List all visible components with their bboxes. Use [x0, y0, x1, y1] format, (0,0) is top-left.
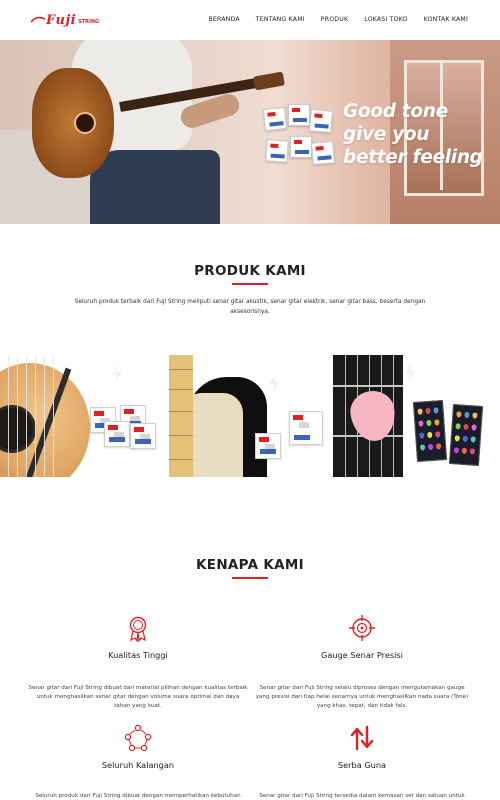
up-down-arrows-icon	[350, 725, 374, 751]
target-crosshair-icon	[349, 615, 375, 641]
nav-kontak-kami[interactable]: KONTAK KAMI	[424, 16, 468, 23]
feature-description: Seluruh produk dari Fuji String dibuat d…	[35, 793, 241, 799]
brand-logo[interactable]: Fuji STRING	[31, 12, 100, 28]
logo-wordmark: Fuji	[46, 12, 77, 28]
hero-string-packs	[262, 102, 335, 172]
logo-swoosh-icon	[31, 16, 45, 23]
feature-gauge-senar-presisi: Gauge Senar Presisi	[252, 614, 472, 660]
main-menu: BERANDA TENTANG KAMI PRODUK LOKASI TOKO …	[192, 16, 468, 23]
nav-beranda[interactable]: BERANDA	[208, 16, 239, 23]
feature-title: Serba Guna	[337, 760, 387, 770]
logo-subtext: STRING	[78, 19, 100, 25]
product-acoustic-strings[interactable]	[0, 355, 167, 477]
product-bass-strings[interactable]	[166, 355, 334, 477]
top-navbar: Fuji STRING BERANDA TENTANG KAMI PRODUK …	[0, 0, 500, 40]
feature-kualitas-tinggi: Kualitas Tinggi	[28, 614, 248, 660]
products-title-underline	[232, 283, 268, 285]
hero-tagline-line2: give you	[343, 124, 430, 145]
hero-banner: Good tone give you better feeling	[0, 40, 500, 224]
hero-guitar	[32, 40, 292, 224]
lightning-decor-icon	[268, 375, 279, 393]
hero-tagline-line1: Good tone	[343, 101, 448, 122]
feature-seluruh-kalangan: Seluruh Kalangan	[28, 724, 248, 770]
feature-title: Kualitas Tinggi	[108, 650, 168, 660]
feature-serba-guna: Serba Guna	[252, 724, 472, 770]
products-section-title: PRODUK KAMI	[194, 263, 306, 279]
nav-lokasi-toko[interactable]: LOKASI TOKO	[364, 16, 407, 23]
award-medal-icon	[129, 616, 147, 642]
feature-description: Senar gitar dari Fuji String tersedia da…	[259, 793, 465, 799]
why-title-underline	[232, 577, 268, 579]
why-section-title: KENAPA KAMI	[196, 557, 304, 573]
hero-tagline-line3: better feeling	[343, 147, 483, 168]
people-network-icon	[124, 724, 152, 752]
nav-produk[interactable]: PRODUK	[321, 16, 348, 23]
products-section-description: Seluruh produk terbaik dari Fuji String …	[74, 299, 426, 315]
feature-title: Seluruh Kalangan	[101, 760, 175, 770]
feature-description: Senar gitar dari Fuji String dibuat dari…	[28, 685, 248, 709]
lightning-decor-icon	[405, 363, 416, 381]
nav-tentang-kami[interactable]: TENTANG KAMI	[256, 16, 305, 23]
hero-tagline: Good tone give you better feeling	[343, 100, 483, 169]
lightning-decor-icon	[112, 365, 122, 383]
product-category-strip	[0, 355, 500, 477]
feature-title: Gauge Senar Presisi	[321, 650, 403, 660]
product-accessories[interactable]	[333, 355, 500, 477]
feature-description: Senar gitar dari Fuji String selalu dipr…	[255, 685, 469, 709]
